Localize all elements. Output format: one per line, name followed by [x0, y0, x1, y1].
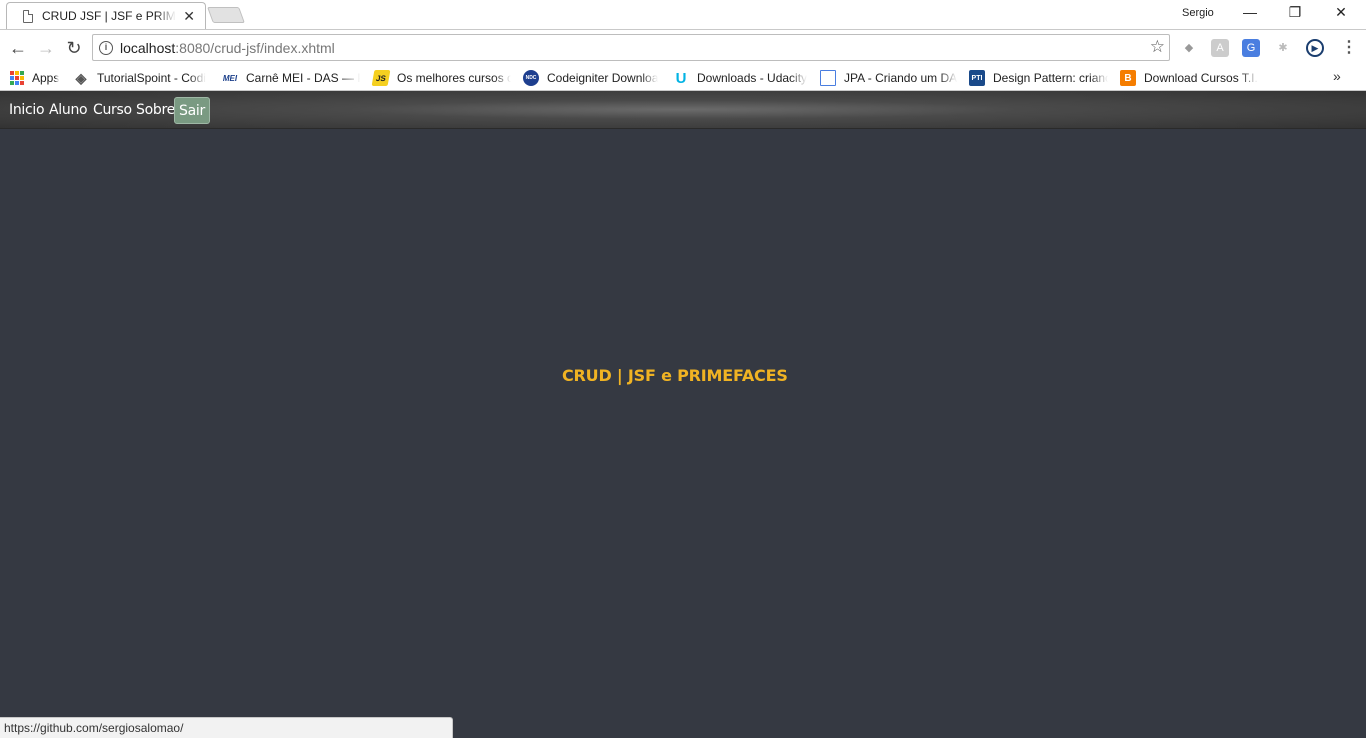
- udacity-icon: U: [675, 69, 687, 87]
- mei-icon: MEI: [222, 73, 238, 83]
- new-tab-button[interactable]: [207, 7, 245, 23]
- menu-item-inicio[interactable]: Inicio: [5, 97, 48, 124]
- dropbox-extension-icon[interactable]: ◆: [1180, 39, 1198, 57]
- bookmark-label: Design Pattern: crianc: [993, 71, 1108, 85]
- bookmark-jpa[interactable]: JPA - Criando um DAO: [820, 69, 957, 87]
- js-icon: JS: [371, 70, 391, 86]
- url-path: :8080/crud-jsf/index.xhtml: [175, 39, 335, 56]
- bookmark-tutorialspoint[interactable]: ◈ TutorialSpoint - Codi: [73, 69, 209, 87]
- main-content: CRUD | JSF e PRIMEFACES: [0, 129, 1366, 738]
- page-headline: CRUD | JSF e PRIMEFACES: [562, 366, 788, 385]
- bookmark-label: JPA - Criando um DAO: [844, 71, 957, 85]
- apps-grid-icon: [10, 71, 24, 85]
- bookmark-label: Apps: [32, 71, 60, 85]
- restore-icon[interactable]: ❐: [1272, 4, 1318, 21]
- translate-extension-icon[interactable]: G: [1242, 39, 1260, 57]
- browser-tab[interactable]: CRUD JSF | JSF e PRIMEFACES ✕: [6, 2, 206, 29]
- menu-item-aluno[interactable]: Aluno: [45, 97, 91, 124]
- gear-extension-icon[interactable]: ✱: [1274, 39, 1292, 57]
- bookmark-udacity[interactable]: U Downloads - Udacity: [673, 69, 809, 87]
- minimize-icon[interactable]: —: [1227, 4, 1273, 20]
- blogger-icon: B: [1120, 70, 1136, 86]
- bookmark-label: Os melhores cursos o: [397, 71, 511, 85]
- bookmark-star-icon[interactable]: ☆: [1150, 37, 1165, 57]
- browser-toolbar: ← → ↻ i localhost:8080/crud-jsf/index.xh…: [0, 29, 1366, 65]
- site-info-icon[interactable]: i: [99, 40, 113, 55]
- status-url-bubble: https://github.com/sergiosalomao/: [0, 717, 453, 738]
- bookmark-label: Download Cursos T.I.: [1144, 71, 1258, 85]
- menu-item-sair[interactable]: Sair: [174, 97, 210, 124]
- bookmark-design-pattern[interactable]: PTI Design Pattern: crianc: [969, 69, 1108, 87]
- bookmark-codeigniter[interactable]: NDC Codeigniter Downloa: [523, 69, 660, 87]
- address-bar[interactable]: i localhost:8080/crud-jsf/index.xhtml ☆: [92, 34, 1170, 61]
- codeigniter-icon: NDC: [523, 70, 539, 86]
- tutorialspoint-icon: ◈: [75, 69, 87, 86]
- bookmark-apps[interactable]: Apps: [10, 69, 59, 87]
- document-icon: [23, 9, 33, 23]
- back-icon[interactable]: ←: [6, 36, 30, 60]
- menu-item-curso[interactable]: Curso: [89, 97, 136, 124]
- bookmark-label: Downloads - Udacity: [697, 71, 808, 85]
- browser-menu-icon[interactable]: ⋮: [1341, 37, 1357, 57]
- tab-title: CRUD JSF | JSF e PRIMEFACES: [42, 9, 176, 23]
- browser-titlebar: CRUD JSF | JSF e PRIMEFACES ✕ Sergio — ❐…: [0, 0, 1366, 29]
- pdf-extension-icon[interactable]: A: [1211, 39, 1229, 57]
- jpa-icon: [820, 70, 836, 86]
- bookmark-label: TutorialSpoint - Codi: [97, 71, 206, 85]
- bookmark-label: Carnê MEI - DAS — P: [246, 71, 360, 85]
- forward-icon[interactable]: →: [34, 36, 58, 60]
- reload-icon[interactable]: ↻: [62, 36, 86, 60]
- pti-icon: PTI: [969, 70, 985, 86]
- bookmark-carne-mei[interactable]: MEI Carnê MEI - DAS — P: [222, 69, 360, 87]
- profile-name[interactable]: Sergio: [1182, 7, 1214, 19]
- close-window-icon[interactable]: ✕: [1318, 4, 1364, 21]
- bookmarks-bar: Apps ◈ TutorialSpoint - Codi MEI Carnê M…: [0, 65, 1366, 91]
- bookmarks-more-icon[interactable]: »: [1333, 68, 1341, 84]
- play-extension-icon[interactable]: ▶: [1306, 39, 1324, 57]
- menu-item-sobre[interactable]: Sobre: [132, 97, 179, 124]
- bookmark-label: Codeigniter Downloa: [547, 71, 659, 85]
- app-menubar: Inicio Aluno Curso Sobre Sair: [0, 91, 1366, 129]
- url-host: localhost: [120, 39, 176, 56]
- tab-close-icon[interactable]: ✕: [183, 8, 195, 25]
- bookmark-download-cursos[interactable]: B Download Cursos T.I.: [1120, 69, 1260, 87]
- bookmark-os-melhores-cursos[interactable]: JS Os melhores cursos o: [371, 69, 511, 87]
